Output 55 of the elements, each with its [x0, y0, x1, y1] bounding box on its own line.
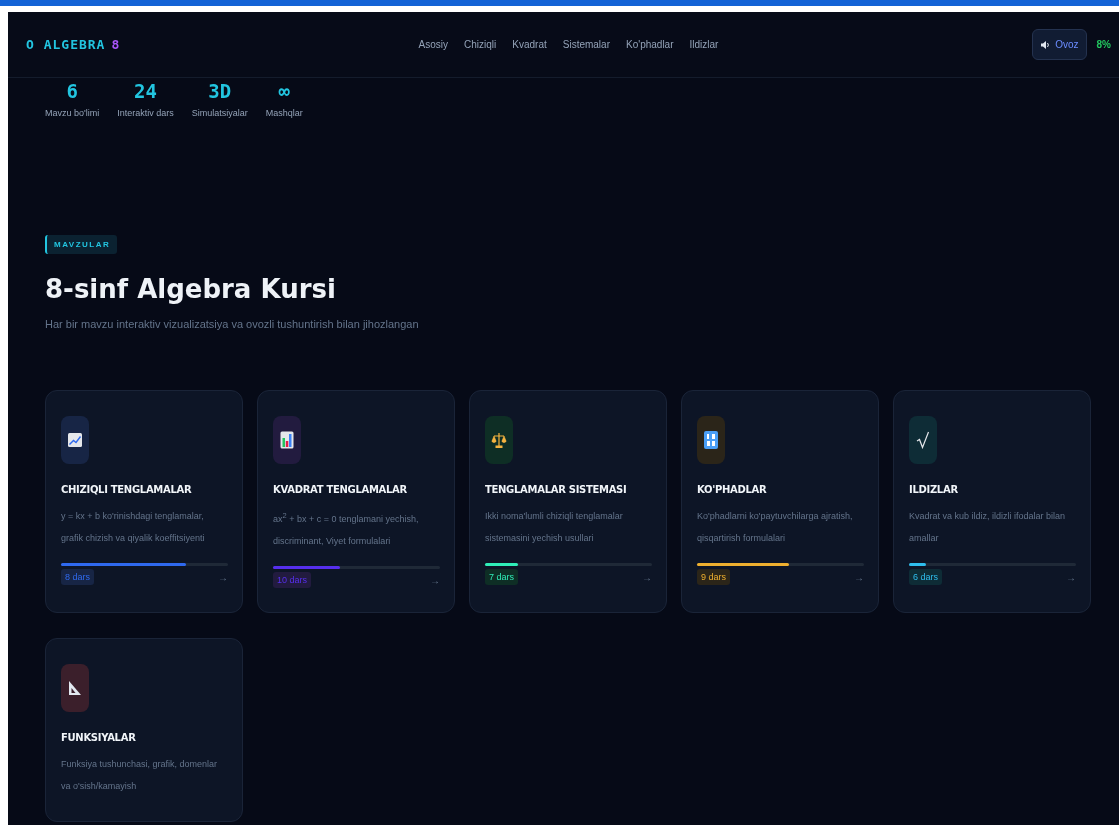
card-title: ILDIZLAR: [909, 484, 959, 495]
lesson-count-badge: 6 dars: [909, 569, 942, 585]
lesson-count-badge: 9 dars: [697, 569, 730, 585]
topic-card[interactable]: FUNKSIYALAR Funksiya tushunchasi, grafik, domenlar va o'sish/kamayish: [45, 638, 243, 822]
topic-card[interactable]: KO'PHADLAR Ko'phadlarni ko'paytuvchilarga ajratish, qisqartirish formulalari 9 dars →: [681, 390, 879, 613]
stat-value: 3D: [208, 80, 232, 102]
number-grid-icon: [704, 431, 718, 449]
card-title: FUNKSIYALAR: [61, 732, 137, 743]
card-description: Ko'phadlarni ko'paytuvchilarga ajratish, qisqartirish formulalari: [697, 510, 854, 545]
logo-text[interactable]: O ALGEBRA: [26, 37, 106, 52]
card-description: Ikki noma'lumli chiziqli tenglamalar sistemasini yechish usullari: [485, 510, 624, 545]
nav-link[interactable]: Asosiy: [418, 39, 449, 50]
card-description: y = kx + b ko'rinishdagi tenglamalar, grafik chizish va qiyalik koeffitsiyenti: [61, 510, 206, 545]
nav-link[interactable]: Kvadrat: [512, 39, 547, 50]
topic-card[interactable]: KVADRAT TENGLAMALAR ax$^{2}$ + bx + c = 0 tenglamani yechish, discriminant, Viyet formulalari 10 dars →: [257, 390, 455, 613]
section-title: 8-sinf Algebra Kursi: [45, 274, 337, 304]
arrow-icon[interactable]: →: [642, 571, 652, 583]
arrow-icon[interactable]: →: [854, 571, 864, 583]
square-root-icon: [916, 431, 930, 449]
card-description: Funksiya tushunchasi, grafik, domenlar va o'sish/kamayish: [61, 758, 219, 793]
progress-percent: 8%: [1096, 39, 1111, 50]
arrow-icon[interactable]: →: [218, 571, 228, 583]
topic-card[interactable]: TENGLAMALAR SISTEMASI Ikki noma'lumli chiziqli tenglamalar sistemasini yechish usullari 7 dars →: [469, 390, 667, 613]
stat-label: Simulatsiyalar: [191, 108, 248, 118]
arrow-icon[interactable]: →: [430, 574, 440, 586]
card-description: ax$^{2}$ + bx + c = 0 tenglamani yechish, discriminant, Viyet formulalari: [273, 510, 420, 548]
card-title: KO'PHADLAR: [697, 484, 768, 495]
nav-link[interactable]: Sistemalar: [562, 39, 610, 50]
topic-card[interactable]: CHIZIQLI TENGLAMALAR y = kx + b ko'rinishdagi tenglamalar, grafik chizish va qiyalik koeffitsiyenti 8 dars →: [45, 390, 243, 613]
nav-link[interactable]: Chiziqli: [464, 39, 497, 50]
logo-number[interactable]: 8: [111, 37, 121, 52]
section-subtitle: Har bir mavzu interaktiv vizualizatsiya va ovozli tushuntirish bilan jihozlangan: [45, 318, 420, 330]
stat-label: Mavzu bo'limi: [45, 108, 100, 118]
sound-button[interactable]: Ovoz: [1032, 29, 1087, 60]
arrow-icon[interactable]: →: [1066, 571, 1076, 583]
nav-link[interactable]: Ildizlar: [689, 39, 719, 50]
stat-label: Interaktiv dars: [117, 108, 174, 118]
balance-scale-icon: [491, 432, 507, 448]
card-description: Kvadrat va kub ildiz, ildizli ifodalar bilan amallar: [909, 510, 1067, 545]
stat-value: ∞: [278, 80, 291, 102]
topic-card[interactable]: ILDIZLAR Kvadrat va kub ildiz, ildizli ifodalar bilan amallar 6 dars →: [893, 390, 1091, 613]
nav-link[interactable]: Ko'phadlar: [626, 39, 674, 50]
lesson-count-badge: 8 dars: [61, 569, 94, 585]
card-title: KVADRAT TENGLAMALAR: [273, 484, 408, 495]
lesson-count-badge: 7 dars: [485, 569, 518, 585]
bar-chart-icon: [280, 431, 294, 449]
speaker-icon: [1040, 39, 1051, 50]
stat-label: Mashqlar: [265, 108, 303, 118]
stat-value: 24: [134, 80, 157, 102]
stat-value: 6: [66, 80, 78, 102]
line-chart-icon: [67, 432, 83, 448]
card-title: CHIZIQLI TENGLAMALAR: [61, 484, 193, 495]
card-title: TENGLAMALAR SISTEMASI: [485, 484, 628, 495]
section-tag: MAVZULAR: [45, 235, 118, 254]
lesson-count-badge: 10 dars: [273, 572, 312, 588]
